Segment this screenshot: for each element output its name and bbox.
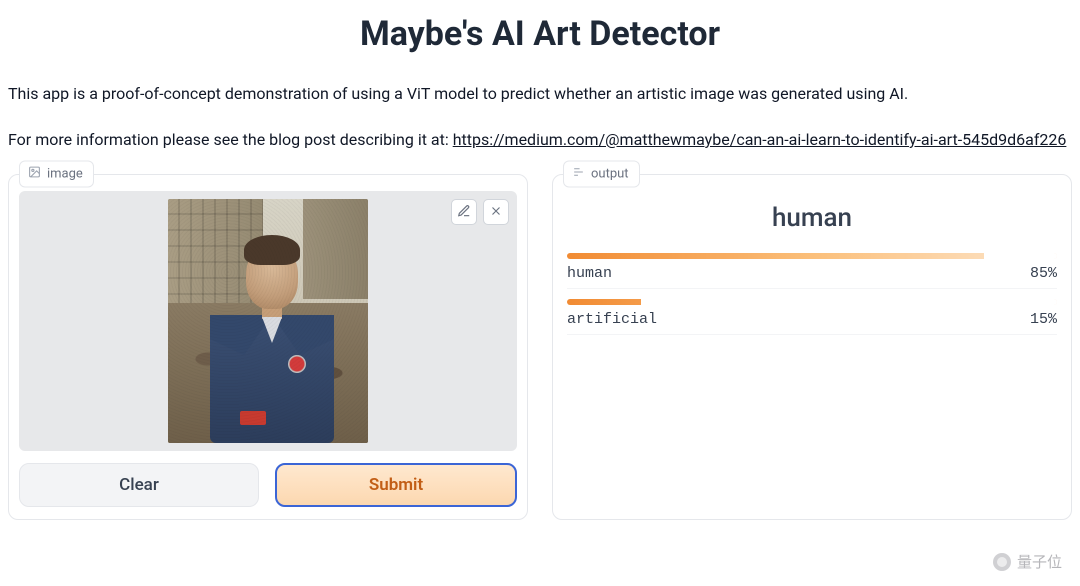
edit-button[interactable]	[451, 199, 477, 225]
result-label-human: human	[567, 265, 612, 282]
description-paragraph-1: This app is a proof-of-concept demonstra…	[0, 82, 1080, 106]
input-label-text: image	[47, 167, 83, 182]
bars-icon	[572, 166, 585, 183]
uploaded-image-preview	[168, 199, 368, 443]
page-title: Maybe's AI Art Detector	[0, 14, 1080, 54]
result-label-artificial: artificial	[567, 311, 657, 328]
image-icon	[28, 166, 41, 183]
result-bar-human	[567, 253, 1057, 259]
image-toolbar	[451, 199, 509, 225]
watermark-icon	[993, 553, 1011, 571]
result-percent-artificial: 15%	[1030, 311, 1057, 328]
input-panel-label: image	[19, 161, 94, 188]
submit-button[interactable]: Submit	[275, 463, 517, 507]
button-row: Clear Submit	[19, 463, 517, 507]
input-panel: image	[8, 174, 528, 520]
panels-row: image	[0, 174, 1080, 520]
blog-link[interactable]: https://medium.com/@matthewmaybe/can-an-…	[453, 130, 1067, 149]
clear-button[interactable]: Clear	[19, 463, 259, 507]
image-drop-area[interactable]	[19, 191, 517, 451]
description-prefix: For more information please see the blog…	[8, 130, 453, 149]
close-icon	[489, 204, 503, 221]
result-row-human: human 85%	[567, 253, 1057, 289]
watermark: 量子位	[993, 551, 1062, 572]
watermark-text: 量子位	[1017, 551, 1062, 572]
output-label-text: output	[591, 167, 629, 182]
result-percent-human: 85%	[1030, 265, 1057, 282]
result-bar-artificial	[567, 299, 1057, 305]
description-paragraph-2: For more information please see the blog…	[0, 128, 1080, 152]
clear-image-button[interactable]	[483, 199, 509, 225]
result-row-artificial: artificial 15%	[567, 299, 1057, 335]
pencil-icon	[457, 204, 471, 221]
output-panel: output human human 85% artificial 15%	[552, 174, 1072, 520]
top-prediction: human	[567, 203, 1057, 233]
output-panel-label: output	[563, 161, 640, 188]
